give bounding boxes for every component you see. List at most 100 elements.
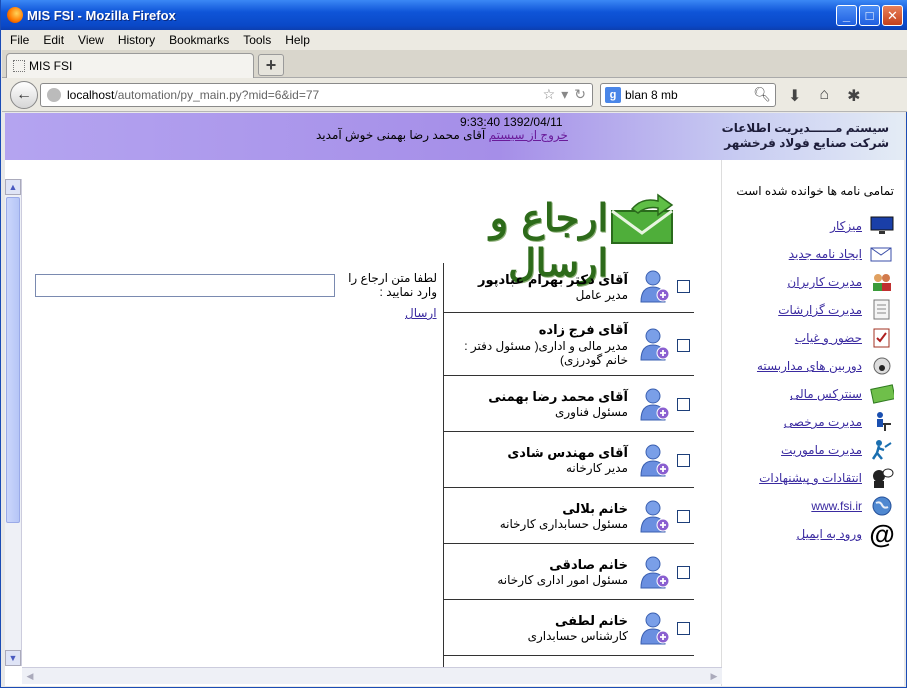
scroll-down-arrow-icon[interactable]: ▼ [5, 650, 21, 666]
menu-bar: File Edit View History Bookmarks Tools H… [2, 30, 907, 50]
at-icon: @ [869, 518, 895, 549]
user-add-icon [640, 328, 670, 361]
home-icon[interactable]: ⌂ [819, 86, 829, 106]
recipient-row: خانم لطفی کارشناس حسابداری [444, 601, 694, 656]
recipient-name: آقای فرج زاده [538, 322, 628, 337]
sidebar-item-feedback[interactable]: انتقادات و پیشنهادات [729, 465, 894, 491]
recipient-role: مسئول حسابداری کارخانه [499, 517, 628, 531]
sidebar-link[interactable]: سنترکس مالی [790, 387, 862, 401]
menu-help[interactable]: Help [285, 33, 310, 47]
menu-history[interactable]: History [118, 33, 155, 47]
tab-mis-fsi[interactable]: MIS FSI [6, 53, 254, 78]
navigation-bar: ← localhost/automation/py_main.py?mid=6&… [2, 78, 907, 112]
send-link[interactable]: ارسال [405, 306, 437, 320]
sidebar-link[interactable]: ایجاد نامه جدید [789, 247, 862, 261]
sidebar-item-reports[interactable]: مدیرت گزارشات [729, 297, 894, 323]
menu-file[interactable]: File [10, 33, 29, 47]
recipient-role: مدیر کارخانه [565, 461, 628, 475]
recipient-name: آقای دکتر بهرام عبادپور [477, 272, 628, 287]
scroll-up-arrow-icon[interactable]: ▲ [5, 179, 21, 195]
search-icon[interactable]: 🔍︎ [753, 86, 771, 103]
recipient-name: خانم صادقی [549, 557, 628, 572]
users-icon [870, 270, 894, 294]
vertical-scrollbar[interactable]: ▲ ▼ [5, 179, 22, 666]
url-path: /automation/py_main.py?mid=6&id=77 [114, 88, 320, 102]
recipient-row: خانم صادقی مسئول امور اداری کارخانه [444, 545, 694, 600]
unread-note: تمامی نامه ها خوانده شده است [736, 184, 894, 198]
forward-text-input[interactable] [35, 274, 335, 297]
back-arrow-icon: ← [16, 86, 32, 103]
recipient-checkbox[interactable] [677, 510, 690, 523]
downloads-icon[interactable]: ⬇ [788, 86, 801, 106]
google-icon[interactable]: g [605, 87, 621, 103]
dropdown-icon[interactable]: ▾ [561, 86, 568, 103]
recipient-checkbox[interactable] [677, 339, 690, 352]
recipient-checkbox[interactable] [677, 566, 690, 579]
sidebar-item-leave[interactable]: مدیرت مرخصی [729, 409, 894, 435]
firefox-icon [7, 7, 23, 23]
new-mail-icon [870, 242, 894, 266]
sidebar-link[interactable]: مدیرت کاربران [787, 275, 862, 289]
bookmark-star-icon[interactable]: ☆ [543, 86, 556, 103]
sidebar-link[interactable]: ورود به ایمیل [797, 527, 863, 541]
sidebar-link[interactable]: مدیرت مرخصی [784, 415, 862, 429]
back-button[interactable]: ← [10, 81, 38, 109]
logout-link[interactable]: خروج از سیستم [489, 128, 568, 142]
scroll-left-arrow-icon[interactable]: ◀ [22, 668, 38, 684]
menu-tools[interactable]: Tools [243, 33, 271, 47]
sidebar-link[interactable]: مدیرت ماموریت [781, 443, 862, 457]
sidebar-link[interactable]: www.fsi.ir [811, 499, 862, 513]
company-logo: سیستم مــــــدیریت اطلاعات شرکت صنایع فو… [722, 121, 889, 151]
user-add-icon [640, 388, 670, 421]
recipient-checkbox[interactable] [677, 280, 690, 293]
menu-bookmarks[interactable]: Bookmarks [169, 33, 229, 47]
recipient-checkbox[interactable] [677, 454, 690, 467]
recipient-role: مدیر مالی و اداری( مسئول دفتر : خانم گود… [464, 339, 628, 367]
sidebar-link[interactable]: حضور و غیاب [795, 331, 862, 345]
recipient-row: آقای محمد رضا بهمنی مسئول فناوری [444, 377, 694, 432]
scroll-right-arrow-icon[interactable]: ▶ [706, 668, 722, 684]
sidebar-link[interactable]: دوربین های مداربسته [757, 359, 862, 373]
sidebar-item-users[interactable]: مدیرت کاربران [729, 269, 894, 295]
reload-icon[interactable]: ↻ [574, 86, 586, 103]
url-bar[interactable]: localhost/automation/py_main.py?mid=6&id… [40, 83, 593, 107]
minimize-button[interactable]: _ [836, 5, 857, 26]
page-banner: ارجاع و ارسال [382, 183, 682, 285]
recipient-row: آقای دکتر بهرام عبادپور مدیر عامل [444, 263, 694, 313]
recipient-role: مدیر عامل [575, 288, 628, 302]
recipient-checkbox[interactable] [677, 398, 690, 411]
sidebar-item-finance[interactable]: سنترکس مالی [729, 381, 894, 407]
welcome-text: آقای محمد رضا بهمنی خوش آمدید [316, 128, 486, 142]
addon-icon[interactable]: ✱ [847, 86, 860, 106]
sidebar-link[interactable]: انتقادات و پیشنهادات [759, 471, 862, 485]
sidebar-item-cctv[interactable]: دوربین های مداربسته [729, 353, 894, 379]
globe-icon [870, 494, 894, 518]
menu-view[interactable]: View [78, 33, 104, 47]
sidebar-link[interactable]: مدیرت گزارشات [778, 303, 862, 317]
search-bar[interactable]: g blan 8 mb 🔍︎ [600, 83, 776, 107]
user-add-icon [640, 500, 670, 533]
scroll-thumb[interactable] [6, 197, 20, 523]
new-tab-button[interactable]: + [258, 54, 284, 76]
leave-icon [870, 410, 894, 434]
recipient-name: آقای محمد رضا بهمنی [488, 389, 628, 404]
sidebar-item-mission[interactable]: مدیرت ماموریت [729, 437, 894, 463]
url-host: localhost [67, 88, 115, 102]
sidebar-item-website[interactable]: www.fsi.ir [729, 493, 894, 519]
menu-edit[interactable]: Edit [43, 33, 64, 47]
recipient-checkbox[interactable] [677, 622, 690, 635]
close-button[interactable]: ✕ [882, 5, 903, 26]
camera-icon [870, 354, 894, 378]
horizontal-scrollbar[interactable]: ◀ ▶ [22, 667, 722, 684]
sidebar-link[interactable]: میزکار [830, 219, 862, 233]
maximize-button[interactable]: □ [859, 5, 880, 26]
sidebar-item-desktop[interactable]: میزکار [729, 213, 894, 239]
sidebar-item-email[interactable]: ورود به ایمیل @ [729, 518, 895, 549]
datetime: 9:33:40 1392/04/11 [460, 115, 563, 129]
recipient-row: خانم بلالی مسئول حسابداری کارخانه [444, 489, 694, 544]
recipient-name: آقای مهندس شادی [507, 445, 628, 460]
user-add-icon [640, 612, 670, 645]
sidebar-item-attendance[interactable]: حضور و غیاب [729, 325, 894, 351]
sidebar-item-new-letter[interactable]: ایجاد نامه جدید [729, 241, 894, 267]
report-icon [870, 298, 894, 322]
